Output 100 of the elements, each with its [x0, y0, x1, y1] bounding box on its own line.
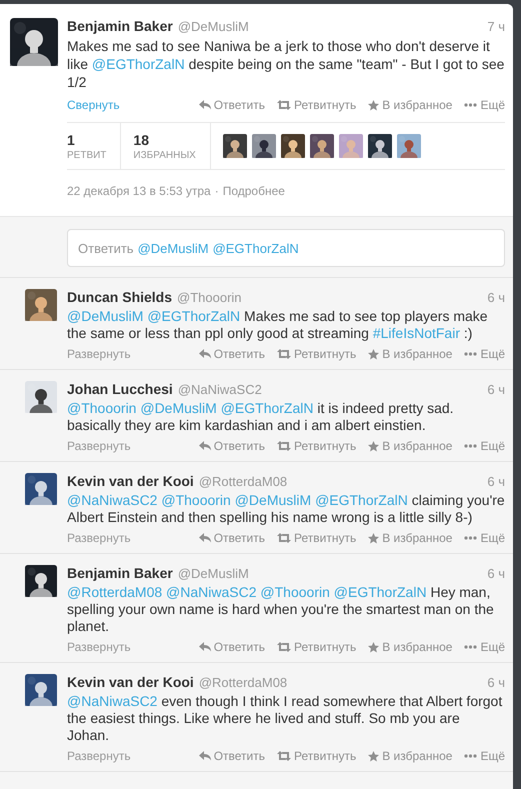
user-name[interactable]: Kevin van der Kooi — [67, 674, 194, 690]
reply-icon — [198, 100, 211, 110]
toggle-link[interactable]: Развернуть — [67, 347, 131, 361]
tweet-text: @NaNiwaSC2 even though I think I read somewhere that Albert forgot the easiest things. Like where he lived and stuff. So mb you are Johan. — [67, 693, 504, 744]
retweet-icon — [277, 751, 291, 761]
more-action[interactable]: Ещё — [464, 531, 505, 545]
user-handle[interactable]: @Thooorin — [177, 290, 242, 305]
favorite-action[interactable]: В избранное — [368, 749, 452, 763]
mention-link[interactable]: @EGThorZalN — [315, 492, 408, 508]
tweet-text: @Thooorin @DeMusliM @EGThorZalN it is indeed pretty sad. basically they are kim kardashian and i am albert einstien. — [67, 400, 455, 434]
retweet-action[interactable]: Ретвитнуть — [277, 640, 356, 654]
user-handle[interactable]: @RotterdaM08 — [198, 675, 288, 690]
user-name[interactable]: Duncan Shields — [67, 289, 172, 305]
retweet-icon — [277, 441, 291, 451]
tweet-time: 6 ч — [487, 290, 505, 305]
mention-link[interactable]: #LifeIsNotFair — [372, 325, 460, 341]
retweet-icon — [277, 349, 291, 359]
reply-action[interactable]: Ответить — [198, 640, 265, 654]
more-icon — [464, 645, 478, 649]
toggle-link[interactable]: Развернуть — [67, 749, 131, 763]
reply-action[interactable]: Ответить — [198, 531, 265, 545]
details-link[interactable]: Подробнее — [222, 184, 285, 198]
more-action[interactable]: Ещё — [464, 749, 505, 763]
reply-action[interactable]: Ответить — [198, 749, 265, 763]
reply-action[interactable]: Ответить — [198, 98, 265, 112]
retweet-action[interactable]: Ретвитнуть — [277, 98, 356, 112]
retweet-action[interactable]: Ретвитнуть — [277, 531, 356, 545]
reply-icon — [198, 642, 211, 652]
mention-link[interactable]: @RotterdaM08 — [67, 584, 166, 600]
star-icon — [368, 440, 380, 452]
retweet-icon — [277, 642, 291, 652]
more-icon — [464, 444, 478, 448]
favorite-action[interactable]: В избранное — [368, 98, 452, 112]
more-action[interactable]: Ещё — [464, 439, 505, 453]
mention-link[interactable]: @NaNiwaSC2 — [166, 584, 260, 600]
more-action[interactable]: Ещё — [464, 98, 505, 112]
retweet-action[interactable]: Ретвитнуть — [277, 439, 356, 453]
tweet-text: @NaNiwaSC2 @Thooorin @DeMusliM @EGThorZalN claiming you're Albert Einstein and then spelling his name wrong is a little silly 8-) — [67, 492, 505, 526]
more-action[interactable]: Ещё — [464, 640, 505, 654]
toggle-link[interactable]: Развернуть — [67, 531, 131, 545]
tweet-time: 6 ч — [487, 474, 505, 489]
retweet-action[interactable]: Ретвитнуть — [277, 749, 356, 763]
user-name[interactable]: Johan Lucchesi — [67, 381, 173, 397]
reply-icon — [198, 533, 211, 543]
user-handle[interactable]: @DeMusliM — [178, 566, 249, 581]
separator-dot: · — [214, 184, 219, 198]
retweet-icon — [277, 100, 291, 110]
mention-link[interactable]: @EGThorZalN — [220, 400, 314, 416]
star-icon — [368, 532, 380, 544]
more-icon — [464, 103, 478, 107]
favorite-action[interactable]: В избранное — [368, 531, 452, 545]
mention-link[interactable]: @Thooorin — [161, 492, 235, 508]
tweet-time: 6 ч — [487, 382, 505, 397]
user-name[interactable]: Benjamin Baker — [67, 565, 173, 581]
mention-link[interactable]: @DeMusliM — [140, 400, 221, 416]
favorite-action[interactable]: В избранное — [368, 439, 452, 453]
toggle-link[interactable]: Развернуть — [67, 640, 131, 654]
mention-link[interactable]: @DeMusliM — [234, 492, 316, 508]
mention-link[interactable]: @EGThorZalN — [92, 56, 185, 72]
reply-icon — [198, 751, 211, 761]
tweet-time: 7 ч — [487, 19, 505, 34]
stat-label: ИЗБРАННЫХ — [133, 150, 196, 160]
user-handle[interactable]: @DeMusliM — [178, 19, 249, 34]
favorite-action[interactable]: В избранное — [368, 640, 452, 654]
user-handle[interactable]: @NaNiwaSC2 — [178, 382, 262, 397]
mention-link[interactable]: @Thooorin — [67, 400, 140, 416]
tweet-time: 6 ч — [487, 675, 505, 690]
reply-icon — [198, 441, 211, 451]
user-handle[interactable]: @RotterdaM08 — [198, 474, 288, 489]
tweet-date: 22 декабря 13 в 5:53 утра — [67, 184, 211, 198]
stat-label: РЕТВИТ — [67, 150, 106, 160]
mention-link[interactable]: @NaNiwaSC2 — [67, 492, 162, 508]
mention-link[interactable]: @EGThorZalN — [334, 584, 427, 600]
tweet-time: 6 ч — [487, 566, 505, 581]
star-icon — [368, 642, 380, 652]
more-icon — [464, 352, 478, 356]
retweet-action[interactable]: Ретвитнуть — [277, 347, 356, 361]
reply-action[interactable]: Ответить — [198, 439, 265, 453]
tweet-text: @DeMusliM @EGThorZalN Makes me sad to see top players make the same or less than ppl only good at streaming #LifeIsNotFair :) — [67, 308, 489, 342]
reply-action[interactable]: Ответить — [198, 347, 265, 361]
star-icon — [368, 750, 380, 762]
favorite-action[interactable]: В избранное — [368, 347, 452, 361]
more-icon — [464, 536, 478, 540]
tweet-text: Makes me sad to see Naniwa be a jerk to those who don't deserve it like @EGThorZalN despite being on the same "team" - But I got to see 1/2 — [67, 37, 505, 91]
toggle-link[interactable]: Развернуть — [67, 439, 131, 453]
reply-icon — [198, 349, 211, 359]
mention-link[interactable]: @Thooorin — [260, 584, 334, 600]
star-icon — [368, 348, 380, 360]
user-name[interactable]: Benjamin Baker — [67, 18, 173, 34]
retweet-icon — [277, 533, 291, 543]
toggle-link[interactable]: Свернуть — [67, 98, 120, 112]
stat-count: 1 — [67, 132, 76, 148]
mention-link[interactable]: @EGThorZalN — [147, 308, 240, 324]
more-action[interactable]: Ещё — [464, 347, 505, 361]
mention-link[interactable]: @NaNiwaSC2 — [67, 693, 158, 709]
stat-count: 18 — [133, 132, 150, 148]
mention-link[interactable]: @DeMusliM — [67, 308, 148, 324]
user-name[interactable]: Kevin van der Kooi — [67, 473, 194, 489]
reply-field[interactable]: Ответить @DeMusliM @EGThorZalN — [67, 229, 505, 267]
star-icon — [368, 100, 380, 110]
